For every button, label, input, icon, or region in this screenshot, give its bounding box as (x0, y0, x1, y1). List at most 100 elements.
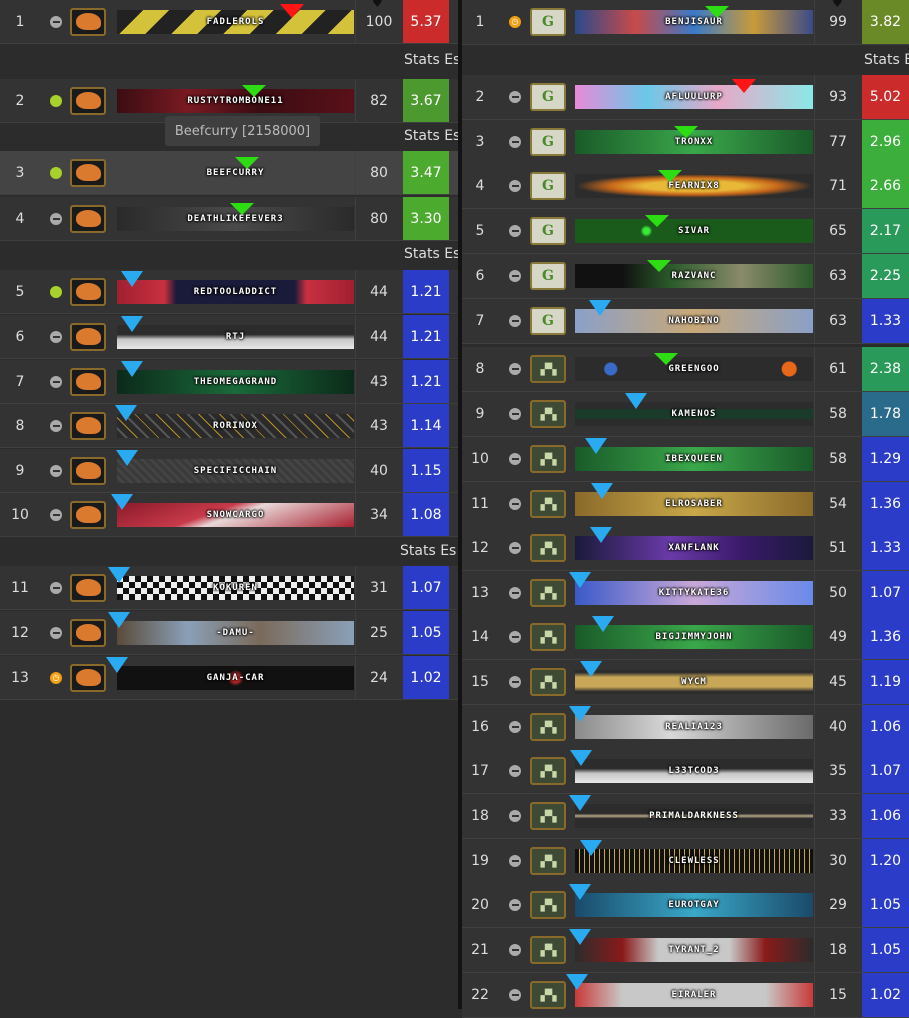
player-name[interactable]: -DAMU- (216, 628, 255, 638)
player-name[interactable]: NAHOBINO (668, 316, 719, 326)
player-banner[interactable]: TYRANT_2 (575, 938, 813, 962)
leaderboard-row[interactable]: 14 ▞▚ BIGJIMMYJOHN 49 1.36 (462, 615, 909, 660)
player-banner[interactable]: EIRALER (575, 983, 813, 1007)
player-name[interactable]: REALIA123 (665, 722, 723, 732)
game-icon[interactable]: ▞▚ (530, 534, 566, 562)
game-icon[interactable]: ▞▚ (530, 579, 566, 607)
player-banner[interactable]: SPECIFICCHAIN (117, 458, 354, 483)
game-icon[interactable]: ▞▚ (530, 891, 566, 919)
player-banner[interactable]: WYCM (575, 670, 813, 694)
player-banner[interactable]: RTJ (117, 324, 354, 349)
game-icon[interactable] (70, 86, 106, 115)
player-banner[interactable]: -DAMU- (117, 620, 354, 645)
player-name[interactable]: EUROTGAY (668, 900, 719, 910)
player-name[interactable]: L33TCOD3 (668, 766, 719, 776)
leaderboard-row[interactable]: 7 THEOMEGAGRAND 43 1.21 (0, 360, 458, 404)
player-name[interactable]: SIVAR (678, 226, 710, 236)
game-icon[interactable] (70, 322, 106, 351)
game-icon[interactable] (70, 7, 106, 36)
game-icon[interactable]: G (530, 172, 566, 200)
game-icon[interactable] (70, 456, 106, 485)
player-name[interactable]: ELROSABER (665, 499, 723, 509)
player-name[interactable]: IBEXQUEEN (665, 454, 723, 464)
leaderboard-row[interactable]: 11 KOKUREN 31 1.07 (0, 566, 458, 610)
player-name[interactable]: WYCM (681, 677, 707, 687)
player-banner[interactable]: KAMENOS (575, 402, 813, 426)
leaderboard-row[interactable]: 7 G NAHOBINO 63 1.33 (462, 299, 909, 344)
player-name[interactable]: RTJ (226, 332, 245, 342)
leaderboard-row[interactable]: 11 ▞▚ ELROSABER 54 1.36 (462, 482, 909, 527)
player-name[interactable]: BIGJIMMYJOHN (655, 632, 732, 642)
game-icon[interactable] (70, 367, 106, 396)
leaderboard-row[interactable]: 18 ▞▚ PRIMALDARKNESS 33 1.06 (462, 794, 909, 839)
leaderboard-row[interactable]: 1 FADLEROLS 100 5.37 (0, 0, 458, 44)
leaderboard-row[interactable]: 9 SPECIFICCHAIN 40 1.15 (0, 449, 458, 493)
game-icon[interactable] (70, 663, 106, 692)
player-name[interactable]: TRONXX (675, 137, 714, 147)
game-icon[interactable] (70, 277, 106, 306)
game-icon[interactable]: ▞▚ (530, 400, 566, 428)
game-icon[interactable]: ▞▚ (530, 713, 566, 741)
game-icon[interactable] (70, 204, 106, 233)
player-name[interactable]: SNOWCARGO (207, 510, 265, 520)
player-banner[interactable]: RUSTYTROMBONE11 (117, 88, 354, 113)
game-icon[interactable]: ▞▚ (530, 490, 566, 518)
player-name[interactable]: REDTOOLADDICT (194, 287, 277, 297)
leaderboard-row[interactable]: 5 REDTOOLADDICT 44 1.21 (0, 270, 458, 314)
player-name[interactable]: FEARNIX8 (668, 181, 719, 191)
player-name[interactable]: BEEFCURRY (207, 168, 265, 178)
leaderboard-row[interactable]: 17 ▞▚ L33TCOD3 35 1.07 (462, 749, 909, 794)
leaderboard-row[interactable]: 22 ▞▚ EIRALER 15 1.02 (462, 973, 909, 1018)
player-banner[interactable]: RAZVANC (575, 264, 813, 288)
game-icon[interactable]: ▞▚ (530, 355, 566, 383)
player-banner[interactable]: SIVAR (575, 219, 813, 243)
sort-heart-icon[interactable]: ♥ (372, 0, 383, 10)
game-icon[interactable] (70, 411, 106, 440)
game-icon[interactable]: G (530, 262, 566, 290)
leaderboard-row[interactable]: 10 SNOWCARGO 34 1.08 (0, 493, 458, 537)
player-name[interactable]: KITTYKATE36 (659, 588, 730, 598)
game-icon[interactable]: G (530, 217, 566, 245)
player-banner[interactable]: EUROTGAY (575, 893, 813, 917)
leaderboard-row[interactable]: 20 ▞▚ EUROTGAY 29 1.05 (462, 883, 909, 928)
player-banner[interactable]: THEOMEGAGRAND (117, 369, 354, 394)
player-banner[interactable]: PRIMALDARKNESS (575, 804, 813, 828)
player-name[interactable]: RORINOX (213, 421, 258, 431)
player-name[interactable]: CLEWLESS (668, 856, 719, 866)
player-banner[interactable]: SNOWCARGO (117, 502, 354, 527)
player-name[interactable]: DEATHLIKEFEVER3 (187, 214, 283, 224)
leaderboard-row[interactable]: 4 DEATHLIKEFEVER3 80 3.30 (0, 197, 458, 241)
game-icon[interactable]: ▞▚ (530, 445, 566, 473)
player-banner[interactable]: BENJISAUR (575, 10, 813, 34)
leaderboard-row[interactable]: 12 ▞▚ XANFLANK 51 1.33 (462, 526, 909, 571)
game-icon[interactable]: G (530, 128, 566, 156)
game-icon[interactable] (70, 618, 106, 647)
player-name[interactable]: FADLEROLS (207, 17, 265, 27)
leaderboard-row[interactable]: 13 GANJA-CAR 241.02 (0, 656, 458, 700)
player-banner[interactable]: IBEXQUEEN (575, 447, 813, 471)
leaderboard-row[interactable]: 6 G RAZVANC 63 2.25 (462, 254, 909, 299)
player-name[interactable]: KAMENOS (672, 409, 717, 419)
game-icon[interactable]: ▞▚ (530, 981, 566, 1009)
player-name[interactable]: TYRANT_2 (668, 945, 719, 955)
game-icon[interactable] (70, 573, 106, 602)
player-banner[interactable]: L33TCOD3 (575, 759, 813, 783)
player-banner[interactable]: RORINOX (117, 413, 354, 438)
game-icon[interactable]: G (530, 8, 566, 36)
player-banner[interactable]: GANJA-CAR (117, 665, 354, 690)
leaderboard-row[interactable]: 4 G FEARNIX8 71 2.66 (462, 164, 909, 209)
player-banner[interactable]: KITTYKATE36 (575, 581, 813, 605)
player-name[interactable]: THEOMEGAGRAND (194, 377, 277, 387)
leaderboard-row[interactable]: 15 ▞▚ WYCM 45 1.19 (462, 660, 909, 705)
player-banner[interactable]: GREENGOO (575, 357, 813, 381)
leaderboard-row[interactable]: 16 ▞▚ REALIA123 40 1.06 (462, 705, 909, 750)
leaderboard-row[interactable]: 3 G TRONXX 77 2.96 (462, 120, 909, 165)
player-banner[interactable]: FEARNIX8 (575, 174, 813, 198)
player-banner[interactable]: KOKUREN (117, 575, 354, 600)
leaderboard-row[interactable]: 9 ▞▚ KAMENOS 58 1.78 (462, 392, 909, 437)
leaderboard-row[interactable]: 2 G AFLUULURP 93 5.02 (462, 75, 909, 120)
player-name[interactable]: AFLUULURP (665, 92, 723, 102)
player-name[interactable]: GREENGOO (668, 364, 719, 374)
player-name[interactable]: BENJISAUR (665, 17, 723, 27)
game-icon[interactable]: ▞▚ (530, 757, 566, 785)
